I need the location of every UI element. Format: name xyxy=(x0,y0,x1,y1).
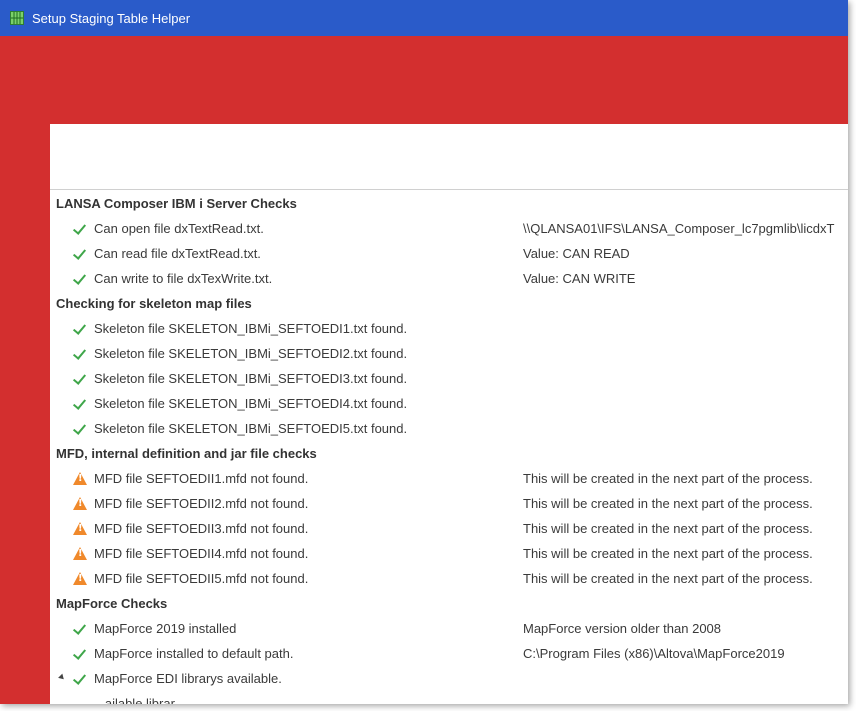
title-bar[interactable]: Setup Staging Table Helper xyxy=(0,0,848,36)
check-row[interactable]: Can write to file dxTexWrite.txt. Value: … xyxy=(50,266,848,291)
check-row[interactable]: Can read file dxTextRead.txt. Value: CAN … xyxy=(50,241,848,266)
window-title: Setup Staging Table Helper xyxy=(32,10,191,26)
check-value: MapForce version older than 2008 xyxy=(523,621,722,636)
check-row[interactable]: Skeleton file SKELETON_IBMi_SEFTOEDI3.tx… xyxy=(50,366,848,391)
check-row[interactable]: Skeleton file SKELETON_IBMi_SEFTOEDI2.tx… xyxy=(50,341,848,366)
check-value: This will be created in the next part of… xyxy=(523,496,813,511)
check-row[interactable]: MFD file SEFTOEDII3.mfd not found. This w… xyxy=(50,516,848,541)
check-value: \\QLANSA01\IFS\LANSA_Composer_lc7pgmlib\… xyxy=(523,221,835,236)
checkmark-icon xyxy=(73,272,88,286)
checkmark-icon xyxy=(73,322,88,336)
check-row[interactable]: MFD file SEFTOEDII4.mfd not found. This w… xyxy=(50,541,848,566)
app-window: Setup Staging Table Helper LANSA Compose… xyxy=(0,0,848,704)
warning-icon xyxy=(73,572,87,585)
checkmark-icon xyxy=(73,647,88,661)
checkmark-icon xyxy=(73,422,88,436)
check-label: Skeleton file SKELETON_IBMi_SEFTOEDI1.tx… xyxy=(94,321,408,336)
check-value: C:\Program Files (x86)\Altova\MapForce20… xyxy=(523,646,785,661)
check-label: Skeleton file SKELETON_IBMi_SEFTOEDI3.tx… xyxy=(94,371,408,386)
check-row[interactable]: MFD file SEFTOEDII5.mfd not found. This w… xyxy=(50,566,848,591)
warning-icon xyxy=(73,522,87,535)
check-label: ...ailable librar... xyxy=(94,696,186,704)
check-label: MFD file SEFTOEDII5.mfd not found. xyxy=(94,571,309,586)
check-row[interactable]: MapForce installed to default path. C:\Pr… xyxy=(50,641,848,666)
check-row[interactable]: Skeleton file SKELETON_IBMi_SEFTOEDI4.tx… xyxy=(50,391,848,416)
check-value: This will be created in the next part of… xyxy=(523,571,813,586)
checkmark-icon xyxy=(73,222,88,236)
section-title: LANSA Composer IBM i Server Checks xyxy=(56,196,297,211)
check-row[interactable]: Can open file dxTextRead.txt. \\QLANSA01\… xyxy=(50,216,848,241)
check-label: MFD file SEFTOEDII2.mfd not found. xyxy=(94,496,309,511)
check-row[interactable]: MapForce EDI librarys available. xyxy=(50,666,848,691)
check-row[interactable]: Skeleton file SKELETON_IBMi_SEFTOEDI1.tx… xyxy=(50,316,848,341)
section-header: Checking for skeleton map files xyxy=(50,291,848,316)
checks-panel: LANSA Composer IBM i Server Checks Can op… xyxy=(50,124,848,704)
check-value: Value: CAN WRITE xyxy=(523,271,636,286)
check-label: Can read file dxTextRead.txt. xyxy=(94,246,261,261)
check-label: MFD file SEFTOEDII3.mfd not found. xyxy=(94,521,309,536)
check-label: MapForce 2019 installed xyxy=(94,621,237,636)
panel-header xyxy=(50,124,848,190)
check-value: This will be created in the next part of… xyxy=(523,471,813,486)
warning-icon xyxy=(73,497,87,510)
grid-app-icon xyxy=(10,11,24,25)
checkmark-icon xyxy=(73,347,88,361)
check-value: This will be created in the next part of… xyxy=(523,521,813,536)
expand-arrow-icon[interactable] xyxy=(58,673,66,682)
check-label: MFD file SEFTOEDII4.mfd not found. xyxy=(94,546,309,561)
check-value: This will be created in the next part of… xyxy=(523,546,813,561)
check-row[interactable]: MapForce 2019 installed MapForce version … xyxy=(50,616,848,641)
checkmark-icon xyxy=(73,397,88,411)
check-value: Value: CAN READ xyxy=(523,246,630,261)
section-header: MFD, internal definition and jar file ch… xyxy=(50,441,848,466)
checkmark-icon xyxy=(73,672,88,686)
check-row[interactable]: MFD file SEFTOEDII2.mfd not found. This w… xyxy=(50,491,848,516)
check-label: Skeleton file SKELETON_IBMi_SEFTOEDI5.tx… xyxy=(94,421,408,436)
section-header: MapForce Checks xyxy=(50,591,848,616)
check-label: MapForce EDI librarys available. xyxy=(94,671,282,686)
check-label: Skeleton file SKELETON_IBMi_SEFTOEDI2.tx… xyxy=(94,346,408,361)
section-header: LANSA Composer IBM i Server Checks xyxy=(50,191,848,216)
section-title: MFD, internal definition and jar file ch… xyxy=(56,446,317,461)
check-row[interactable]: Skeleton file SKELETON_IBMi_SEFTOEDI5.tx… xyxy=(50,416,848,441)
check-row[interactable]: ...ailable librar... xyxy=(50,691,848,704)
checkmark-icon xyxy=(73,622,88,636)
check-label: MFD file SEFTOEDII1.mfd not found. xyxy=(94,471,309,486)
warning-icon xyxy=(73,472,87,485)
section-title: MapForce Checks xyxy=(56,596,168,611)
check-label: Can open file dxTextRead.txt. xyxy=(94,221,264,236)
check-label: MapForce installed to default path. xyxy=(94,646,294,661)
section-title: Checking for skeleton map files xyxy=(56,296,252,311)
checkmark-icon xyxy=(73,372,88,386)
check-label: Skeleton file SKELETON_IBMi_SEFTOEDI4.tx… xyxy=(94,396,408,411)
check-row[interactable]: MFD file SEFTOEDII1.mfd not found. This w… xyxy=(50,466,848,491)
warning-icon xyxy=(73,547,87,560)
check-label: Can write to file dxTexWrite.txt. xyxy=(94,271,273,286)
checkmark-icon xyxy=(73,247,88,261)
